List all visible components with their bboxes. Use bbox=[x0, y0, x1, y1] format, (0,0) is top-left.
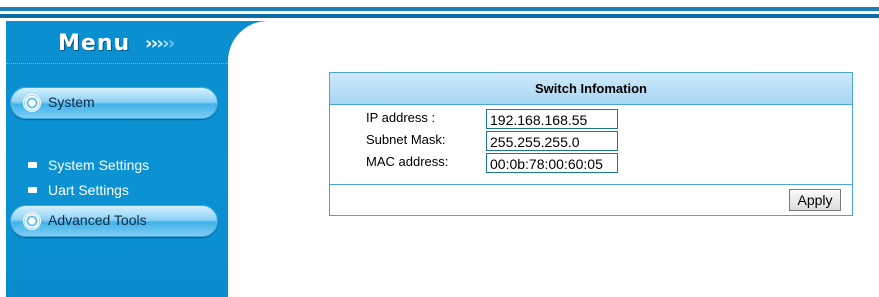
top-stripe bbox=[0, 7, 879, 11]
radio-bullet-icon bbox=[23, 212, 41, 230]
menu-arrows-icon: › › › › › bbox=[145, 33, 176, 54]
menu-section-advanced-tools[interactable]: Advanced Tools bbox=[10, 205, 218, 237]
arrow-glyph: › bbox=[167, 33, 176, 54]
menu-item-label: System Settings bbox=[48, 157, 150, 173]
subnet-mask-field[interactable]: 255.255.255.0 bbox=[486, 131, 618, 151]
mac-address-field[interactable]: 00:0b:78:00:60:05 bbox=[486, 153, 618, 173]
arrow-glyph: › bbox=[145, 33, 153, 54]
apply-button[interactable]: Apply bbox=[789, 189, 841, 211]
menu-section-label: Advanced Tools bbox=[48, 212, 147, 228]
mac-address-label: MAC address: bbox=[366, 154, 449, 169]
panel-divider bbox=[330, 184, 852, 185]
menu-section-system[interactable]: System bbox=[10, 87, 218, 119]
square-bullet-icon bbox=[28, 162, 37, 168]
switch-info-panel: Switch Infomation IP address : 192.168.1… bbox=[329, 72, 853, 216]
menu-title: Menu bbox=[58, 31, 131, 56]
ip-address-field[interactable]: 192.168.168.55 bbox=[486, 109, 618, 129]
radio-bullet-icon bbox=[23, 94, 41, 112]
menu-item-label: Uart Settings bbox=[48, 182, 129, 198]
ip-address-label: IP address : bbox=[366, 110, 436, 125]
menu-divider bbox=[6, 63, 228, 64]
menu-section-label: System bbox=[48, 94, 95, 110]
square-bullet-icon bbox=[28, 187, 37, 193]
arrow-glyph: › bbox=[156, 33, 164, 54]
arrow-glyph: › bbox=[162, 33, 170, 54]
arrow-glyph: › bbox=[150, 33, 159, 54]
panel-title: Switch Infomation bbox=[330, 73, 852, 105]
subnet-mask-label: Subnet Mask: bbox=[366, 132, 446, 147]
top-banner bbox=[0, 0, 879, 18]
top-stripe-dark bbox=[0, 14, 879, 18]
